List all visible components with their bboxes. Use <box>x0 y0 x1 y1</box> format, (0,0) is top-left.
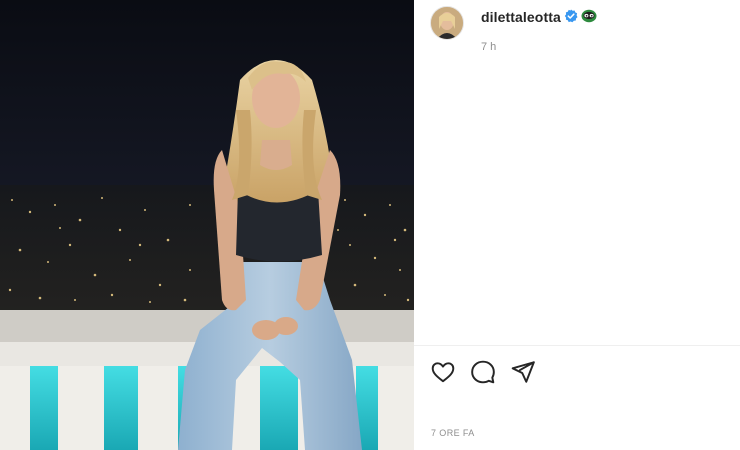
post-image <box>0 0 414 450</box>
post-timestamp-long: 7 ORE FA <box>431 428 475 438</box>
avatar-image <box>431 7 463 39</box>
send-icon <box>511 361 535 383</box>
comment-bubble-icon <box>471 360 495 384</box>
glasses-emoji-icon <box>581 9 597 23</box>
avatar[interactable] <box>430 6 464 40</box>
post-photo[interactable] <box>0 0 414 450</box>
post-side-panel: dilettaleotta 7 h 7 ORE FA <box>414 0 740 450</box>
post-header: dilettaleotta 7 h <box>414 0 740 62</box>
post-timestamp-short: 7 h <box>481 41 497 53</box>
like-button[interactable] <box>430 359 456 385</box>
actions-divider <box>414 345 740 346</box>
share-button[interactable] <box>510 359 536 385</box>
username-link[interactable]: dilettaleotta <box>481 9 561 25</box>
verified-badge-icon <box>564 9 578 23</box>
heart-icon <box>431 362 455 383</box>
comment-button[interactable] <box>470 359 496 385</box>
